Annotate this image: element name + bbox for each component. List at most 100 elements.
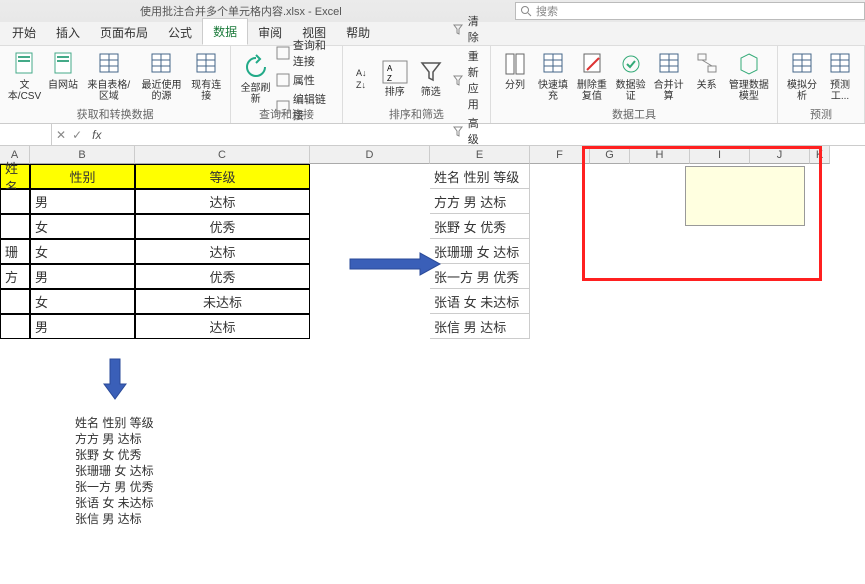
g3-item-1[interactable]: 重新应用: [449, 47, 484, 113]
col-header-F[interactable]: F: [530, 146, 590, 164]
check-icon[interactable]: ✓: [72, 128, 82, 142]
cell-C3[interactable]: 优秀: [135, 214, 310, 239]
g4-btn-5[interactable]: 关系: [689, 48, 725, 93]
btn-label: 快速填充: [537, 80, 569, 102]
cell-A1[interactable]: 姓名: [0, 164, 30, 189]
g1-btn-3[interactable]: 最近使用的源: [137, 48, 187, 104]
cell-A3[interactable]: [0, 214, 30, 239]
g4-btn-6[interactable]: 管理数据模型: [727, 48, 771, 104]
g2-item-0[interactable]: 查询和连接: [274, 36, 336, 70]
ribbon-tabs: 开始插入页面布局公式数据审阅视图帮助: [0, 22, 865, 46]
cell-A6[interactable]: [0, 289, 30, 314]
cell-B7[interactable]: 男: [30, 314, 135, 339]
item-icon: [451, 22, 465, 36]
g4-btn-3[interactable]: 数据验证: [613, 48, 649, 104]
g4-btn-0[interactable]: 分列: [497, 48, 533, 93]
note-line-6: 张信 男 达标: [75, 510, 142, 527]
fx-icon[interactable]: fx: [86, 128, 107, 142]
cell-E7[interactable]: 张信 男 达标: [430, 314, 530, 339]
tab-3[interactable]: 公式: [158, 20, 202, 45]
btn-label: 全部刷新: [239, 83, 272, 105]
cell-E5[interactable]: 张一方 男 优秀: [430, 264, 530, 289]
g4-btn-1[interactable]: 快速填充: [535, 48, 571, 104]
cell-B6[interactable]: 女: [30, 289, 135, 314]
cell-A5[interactable]: 方: [0, 264, 30, 289]
g1-btn-0[interactable]: 文本/CSV: [6, 48, 43, 104]
g5-btn-0[interactable]: 模拟分析: [784, 48, 820, 104]
arrow-right-icon: [345, 249, 445, 282]
col-header-K[interactable]: K: [810, 146, 830, 164]
note-line-5: 张语 女 未达标: [75, 494, 154, 511]
delete-icon: [581, 50, 603, 78]
table-icon: [149, 50, 173, 78]
cell-E4[interactable]: 张珊珊 女 达标: [430, 239, 530, 264]
refresh-all-button[interactable]: 全部刷新: [237, 51, 274, 107]
btn-label: 分列: [505, 80, 525, 91]
col-header-H[interactable]: H: [630, 146, 690, 164]
search-icon: [520, 5, 532, 17]
g1-btn-4[interactable]: 现有连接: [188, 48, 224, 104]
btn-label: 文本/CSV: [8, 80, 41, 102]
comment-note[interactable]: [685, 166, 805, 226]
tab-1[interactable]: 插入: [46, 20, 90, 45]
cell-B5[interactable]: 男: [30, 264, 135, 289]
tab-7[interactable]: 帮助: [336, 20, 380, 45]
cell-B2[interactable]: 男: [30, 189, 135, 214]
cell-E2[interactable]: 方方 男 达标: [430, 189, 530, 214]
cell-B1[interactable]: 性别: [30, 164, 135, 189]
col-header-I[interactable]: I: [690, 146, 750, 164]
cell-C5[interactable]: 优秀: [135, 264, 310, 289]
valid-icon: [620, 50, 642, 78]
col-header-E[interactable]: E: [430, 146, 530, 164]
g4-btn-2[interactable]: 删除重复值: [573, 48, 611, 104]
search-input[interactable]: 搜索: [515, 2, 865, 20]
g5-btn-1[interactable]: 预测工...: [822, 48, 858, 104]
cell-E3[interactable]: 张野 女 优秀: [430, 214, 530, 239]
group-sort: A↓Z↓ AZ 排序 筛选 清除重新应用高级 排序和筛选: [343, 46, 491, 123]
cell-A2[interactable]: [0, 189, 30, 214]
cell-B3[interactable]: 女: [30, 214, 135, 239]
spreadsheet-grid[interactable]: ABCDEFGHIJK 姓名性别等级男达标女优秀珊女达标方男优秀女未达标男达标姓…: [0, 146, 865, 584]
col-header-G[interactable]: G: [590, 146, 630, 164]
search-placeholder: 搜索: [536, 3, 558, 19]
g1-btn-1[interactable]: 自网站: [45, 48, 81, 93]
g4-btn-4[interactable]: 合并计算: [651, 48, 687, 104]
table-icon: [541, 50, 565, 78]
tab-4[interactable]: 数据: [202, 18, 248, 45]
cell-E1[interactable]: 姓名 性别 等级: [430, 164, 530, 189]
svg-text:A↓: A↓: [356, 68, 367, 78]
col-header-J[interactable]: J: [750, 146, 810, 164]
cell-C4[interactable]: 达标: [135, 239, 310, 264]
svg-text:A: A: [387, 64, 393, 73]
g2-item-1[interactable]: 属性: [274, 71, 336, 89]
cell-A7[interactable]: [0, 314, 30, 339]
cell-C7[interactable]: 达标: [135, 314, 310, 339]
col-header-D[interactable]: D: [310, 146, 430, 164]
cancel-icon[interactable]: ✕: [56, 128, 66, 142]
cell-E6[interactable]: 张语 女 未达标: [430, 289, 530, 314]
name-box[interactable]: [0, 124, 52, 145]
svg-text:Z↓: Z↓: [356, 80, 366, 90]
btn-label: 预测工...: [824, 80, 856, 102]
split-icon: [504, 50, 526, 78]
filter-button[interactable]: 筛选: [413, 57, 449, 100]
item-icon: [276, 73, 290, 87]
cell-C6[interactable]: 未达标: [135, 289, 310, 314]
btn-label: 来自表格/区域: [85, 80, 133, 102]
sort-az-button[interactable]: A↓ Z↓: [349, 64, 377, 94]
col-header-B[interactable]: B: [30, 146, 135, 164]
sort-button[interactable]: AZ 排序: [377, 57, 413, 100]
col-header-C[interactable]: C: [135, 146, 310, 164]
note-line-4: 张一方 男 优秀: [75, 478, 154, 495]
cell-C1[interactable]: 等级: [135, 164, 310, 189]
btn-label: 关系: [697, 80, 717, 91]
g3-item-0[interactable]: 清除: [449, 12, 484, 46]
cell-C2[interactable]: 达标: [135, 189, 310, 214]
g1-btn-2[interactable]: 来自表格/区域: [83, 48, 135, 104]
tab-2[interactable]: 页面布局: [90, 20, 158, 45]
cell-A4[interactable]: 珊: [0, 239, 30, 264]
btn-label: 管理数据模型: [729, 80, 769, 102]
tab-0[interactable]: 开始: [2, 20, 46, 45]
cell-B4[interactable]: 女: [30, 239, 135, 264]
group-data-tools: 分列快速填充删除重复值数据验证合并计算关系管理数据模型 数据工具: [491, 46, 778, 123]
